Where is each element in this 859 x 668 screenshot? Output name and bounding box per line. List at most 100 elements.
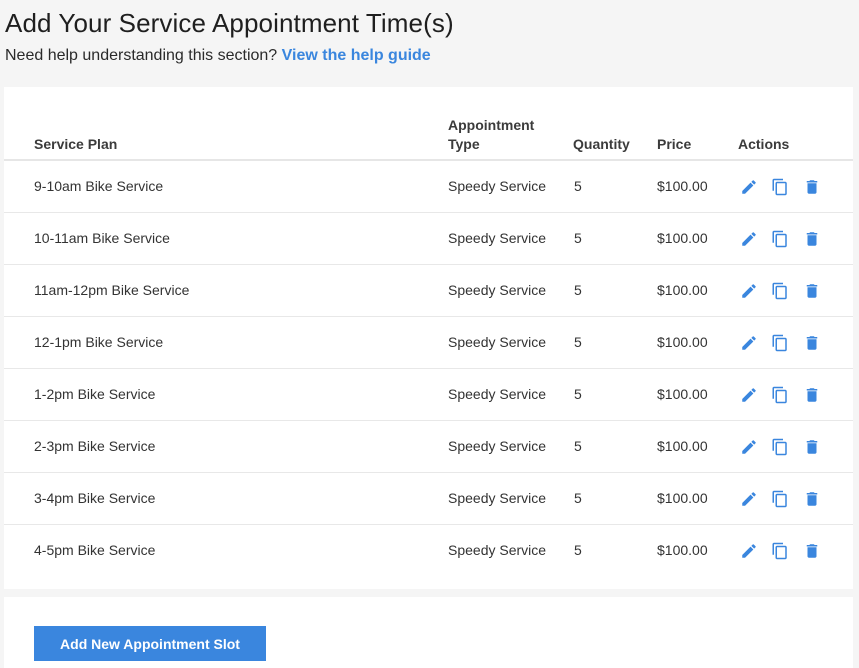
cell-appointment-type: Speedy Service	[448, 178, 547, 194]
table-header: Service Plan Appointment Type Quantity P…	[4, 87, 853, 161]
cell-appointment-type: Speedy Service	[448, 490, 547, 506]
edit-button[interactable]	[740, 333, 758, 353]
cell-quantity: 5	[574, 438, 582, 454]
cell-appointment-type: Speedy Service	[448, 386, 547, 402]
edit-button[interactable]	[740, 385, 758, 405]
duplicate-button[interactable]	[771, 437, 789, 457]
cell-service-plan: 4-5pm Bike Service	[34, 542, 156, 558]
cell-quantity: 5	[574, 282, 582, 298]
cell-service-plan: 3-4pm Bike Service	[34, 490, 156, 506]
edit-button[interactable]	[740, 489, 758, 509]
help-guide-link[interactable]: View the help guide	[282, 47, 431, 64]
cell-quantity: 5	[574, 334, 582, 350]
column-header-service-plan: Service Plan	[34, 136, 118, 152]
delete-button[interactable]	[803, 541, 821, 561]
duplicate-button[interactable]	[771, 177, 789, 197]
cell-price: $100.00	[657, 542, 708, 558]
column-header-actions: Actions	[738, 136, 790, 152]
edit-button[interactable]	[740, 229, 758, 249]
delete-button[interactable]	[803, 437, 821, 457]
copy-icon	[771, 437, 789, 457]
table-row: 9-10am Bike Service Speedy Service 5 $100.0…	[4, 161, 853, 213]
duplicate-button[interactable]	[771, 281, 789, 301]
column-header-appointment-type: Appointment Type	[448, 116, 534, 154]
table-row: 2-3pm Bike Service Speedy Service 5 $100.00	[4, 421, 853, 473]
table-row: 10-11am Bike Service Speedy Service 5 $100.…	[4, 213, 853, 265]
trash-icon	[803, 437, 821, 457]
cell-price: $100.00	[657, 386, 708, 402]
duplicate-button[interactable]	[771, 489, 789, 509]
pencil-icon	[740, 229, 758, 249]
cell-quantity: 5	[574, 490, 582, 506]
trash-icon	[803, 177, 821, 197]
pencil-icon	[740, 385, 758, 405]
copy-icon	[771, 489, 789, 509]
footer-panel: Add New Appointment Slot	[4, 597, 853, 668]
add-appointment-slot-button[interactable]: Add New Appointment Slot	[34, 626, 266, 661]
trash-icon	[803, 229, 821, 249]
column-header-price: Price	[657, 136, 692, 152]
pencil-icon	[740, 333, 758, 353]
duplicate-button[interactable]	[771, 229, 789, 249]
column-header-type-line2: Type	[448, 136, 480, 152]
cell-service-plan: 1-2pm Bike Service	[34, 386, 156, 402]
pencil-icon	[740, 541, 758, 561]
table-row: 12-1pm Bike Service Speedy Service 5 $100.0…	[4, 317, 853, 369]
cell-service-plan: 2-3pm Bike Service	[34, 438, 156, 454]
help-text: Need help understanding this section? Vi…	[5, 47, 431, 65]
cell-service-plan: 9-10am Bike Service	[34, 178, 164, 194]
cell-appointment-type: Speedy Service	[448, 230, 547, 246]
column-header-type-line1: Appointment	[448, 117, 535, 133]
delete-button[interactable]	[803, 489, 821, 509]
table-row: 1-2pm Bike Service Speedy Service 5 $100.00	[4, 369, 853, 421]
cell-price: $100.00	[657, 230, 708, 246]
cell-service-plan: 11am-12pm Bike Service	[34, 282, 190, 298]
delete-button[interactable]	[803, 281, 821, 301]
page-title: Add Your Service Appointment Time(s)	[5, 8, 454, 38]
cell-appointment-type: Speedy Service	[448, 542, 547, 558]
delete-button[interactable]	[803, 229, 821, 249]
cell-price: $100.00	[657, 282, 708, 298]
table-row: 3-4pm Bike Service Speedy Service 5 $100.00	[4, 473, 853, 525]
pencil-icon	[740, 489, 758, 509]
copy-icon	[771, 177, 789, 197]
copy-icon	[771, 333, 789, 353]
table-row: 4-5pm Bike Service Speedy Service 5 $100.00	[4, 525, 853, 577]
pencil-icon	[740, 177, 758, 197]
cell-quantity: 5	[574, 230, 582, 246]
copy-icon	[771, 541, 789, 561]
pencil-icon	[740, 281, 758, 301]
edit-button[interactable]	[740, 437, 758, 457]
copy-icon	[771, 229, 789, 249]
delete-button[interactable]	[803, 177, 821, 197]
edit-button[interactable]	[740, 281, 758, 301]
duplicate-button[interactable]	[771, 541, 789, 561]
duplicate-button[interactable]	[771, 333, 789, 353]
cell-service-plan: 12-1pm Bike Service	[34, 334, 164, 350]
delete-button[interactable]	[803, 333, 821, 353]
cell-price: $100.00	[657, 334, 708, 350]
edit-button[interactable]	[740, 177, 758, 197]
trash-icon	[803, 333, 821, 353]
cell-appointment-type: Speedy Service	[448, 334, 547, 350]
trash-icon	[803, 541, 821, 561]
delete-button[interactable]	[803, 385, 821, 405]
cell-appointment-type: Speedy Service	[448, 438, 547, 454]
column-header-quantity: Quantity	[573, 136, 630, 152]
cell-quantity: 5	[574, 386, 582, 402]
edit-button[interactable]	[740, 541, 758, 561]
duplicate-button[interactable]	[771, 385, 789, 405]
trash-icon	[803, 489, 821, 509]
cell-service-plan: 10-11am Bike Service	[34, 230, 170, 246]
cell-price: $100.00	[657, 178, 708, 194]
help-prompt: Need help understanding this section?	[5, 47, 278, 64]
trash-icon	[803, 281, 821, 301]
cell-quantity: 5	[574, 178, 582, 194]
table-row: 11am-12pm Bike Service Speedy Service 5 $10…	[4, 265, 853, 317]
cell-quantity: 5	[574, 542, 582, 558]
pencil-icon	[740, 437, 758, 457]
cell-price: $100.00	[657, 490, 708, 506]
trash-icon	[803, 385, 821, 405]
copy-icon	[771, 385, 789, 405]
cell-appointment-type: Speedy Service	[448, 282, 547, 298]
